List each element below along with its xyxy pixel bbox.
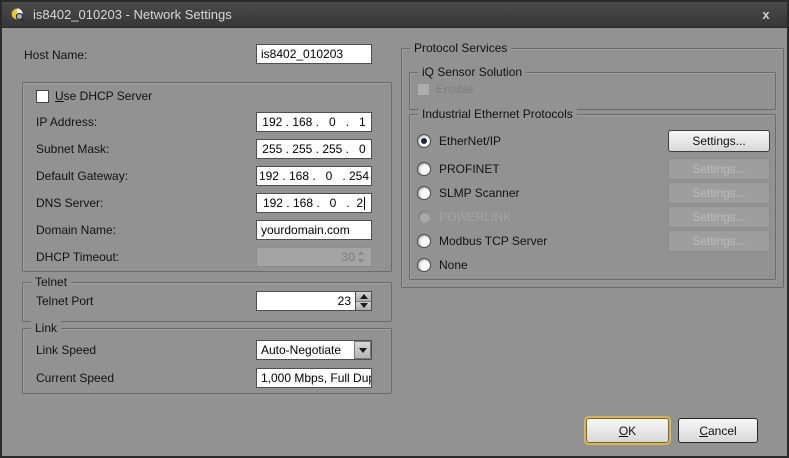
use-dhcp-label: Use DHCP Server — [55, 89, 152, 103]
cancel-button[interactable]: Cancel — [678, 418, 758, 443]
radio-powerlink — [417, 210, 431, 224]
spinner-down-button[interactable] — [356, 301, 371, 311]
text-caret — [364, 197, 365, 210]
current-speed-input[interactable]: 1,000 Mbps, Full Dup — [256, 368, 372, 388]
dhcp-timeout-spinner — [355, 249, 367, 265]
protocol-label: None — [439, 258, 468, 272]
dialog-body: Host Name: is8402_010203 Use DHCP Server… — [2, 28, 787, 456]
subnet-mask-input[interactable]: 255 . 255 . 255 . 0 — [256, 139, 372, 159]
protocol-row: SLMP Scanner Settings... — [409, 182, 774, 204]
telnet-port-label: Telnet Port — [36, 294, 93, 308]
protocol-row: POWERLINK Settings... — [409, 206, 774, 228]
subnet-mask-label: Subnet Mask: — [36, 142, 109, 156]
link-speed-label: Link Speed — [36, 343, 96, 357]
iq-enable-checkbox — [417, 83, 430, 96]
radio-modbus-tcp[interactable] — [417, 234, 431, 248]
radio-none[interactable] — [417, 258, 431, 272]
ip-address-input[interactable]: 192 . 168 . 0 . 1 — [256, 112, 372, 132]
profinet-settings-button: Settings... — [668, 158, 770, 180]
ethernet-ip-settings-button[interactable]: Settings... — [668, 130, 770, 152]
default-gateway-input[interactable]: 192 . 168 . 0 . 254 — [256, 166, 372, 186]
titlebar[interactable]: is8402_010203 - Network Settings x — [2, 2, 787, 28]
protocol-row: EtherNet/IP Settings... — [409, 130, 774, 152]
protocol-label: SLMP Scanner — [439, 186, 520, 200]
iq-enable-label: Enable — [436, 82, 473, 96]
protocol-label: POWERLINK — [439, 210, 511, 224]
up-arrow-icon — [360, 294, 368, 299]
iq-sensor-label: iQ Sensor Solution — [418, 65, 526, 80]
radio-profinet[interactable] — [417, 162, 431, 176]
protocol-label: EtherNet/IP — [439, 134, 501, 148]
modbus-settings-button: Settings... — [668, 230, 770, 252]
dns-server-label: DNS Server: — [36, 196, 103, 210]
spinner-down-icon — [355, 257, 367, 265]
spinner-up-button[interactable] — [356, 292, 371, 301]
close-icon[interactable]: x — [753, 7, 779, 22]
telnet-port-input[interactable]: 23 — [256, 291, 356, 311]
link-group-label: Link — [31, 321, 61, 336]
protocol-label: PROFINET — [439, 162, 500, 176]
ip-address-label: IP Address: — [36, 115, 97, 129]
host-name-input[interactable]: is8402_010203 — [256, 44, 372, 64]
link-speed-combobox[interactable]: Auto-Negotiate — [256, 340, 372, 360]
radio-ethernet-ip[interactable] — [417, 134, 431, 148]
telnet-port-spinner — [355, 291, 372, 311]
protocol-services-label: Protocol Services — [410, 41, 511, 56]
chevron-down-icon — [359, 348, 367, 353]
network-settings-dialog: is8402_010203 - Network Settings x Host … — [0, 0, 789, 458]
powerlink-settings-button: Settings... — [668, 206, 770, 228]
protocol-row: PROFINET Settings... — [409, 158, 774, 180]
protocol-row: Modbus TCP Server Settings... — [409, 230, 774, 252]
current-speed-label: Current Speed — [36, 371, 114, 385]
spinner-up-icon — [355, 249, 367, 257]
domain-name-label: Domain Name: — [36, 223, 116, 237]
ok-button[interactable]: OK — [586, 418, 669, 443]
host-name-label: Host Name: — [24, 48, 87, 62]
domain-name-input[interactable]: yourdomain.com — [256, 220, 372, 240]
dhcp-timeout-input: 30 — [256, 247, 372, 267]
app-icon — [10, 7, 26, 23]
radio-slmp-scanner[interactable] — [417, 186, 431, 200]
protocol-row: None — [409, 254, 774, 276]
slmp-settings-button: Settings... — [668, 182, 770, 204]
window-title: is8402_010203 - Network Settings — [33, 7, 232, 22]
combobox-dropdown-button[interactable] — [353, 341, 371, 359]
industrial-protocols-label: Industrial Ethernet Protocols — [418, 107, 577, 122]
protocol-label: Modbus TCP Server — [439, 234, 547, 248]
dhcp-timeout-label: DHCP Timeout: — [36, 250, 119, 264]
use-dhcp-checkbox[interactable] — [36, 90, 49, 103]
dns-server-input[interactable]: 192 . 168 . 0 . 2 — [256, 193, 372, 213]
default-gateway-label: Default Gateway: — [36, 169, 128, 183]
telnet-group-label: Telnet — [31, 275, 71, 290]
down-arrow-icon — [360, 303, 368, 308]
